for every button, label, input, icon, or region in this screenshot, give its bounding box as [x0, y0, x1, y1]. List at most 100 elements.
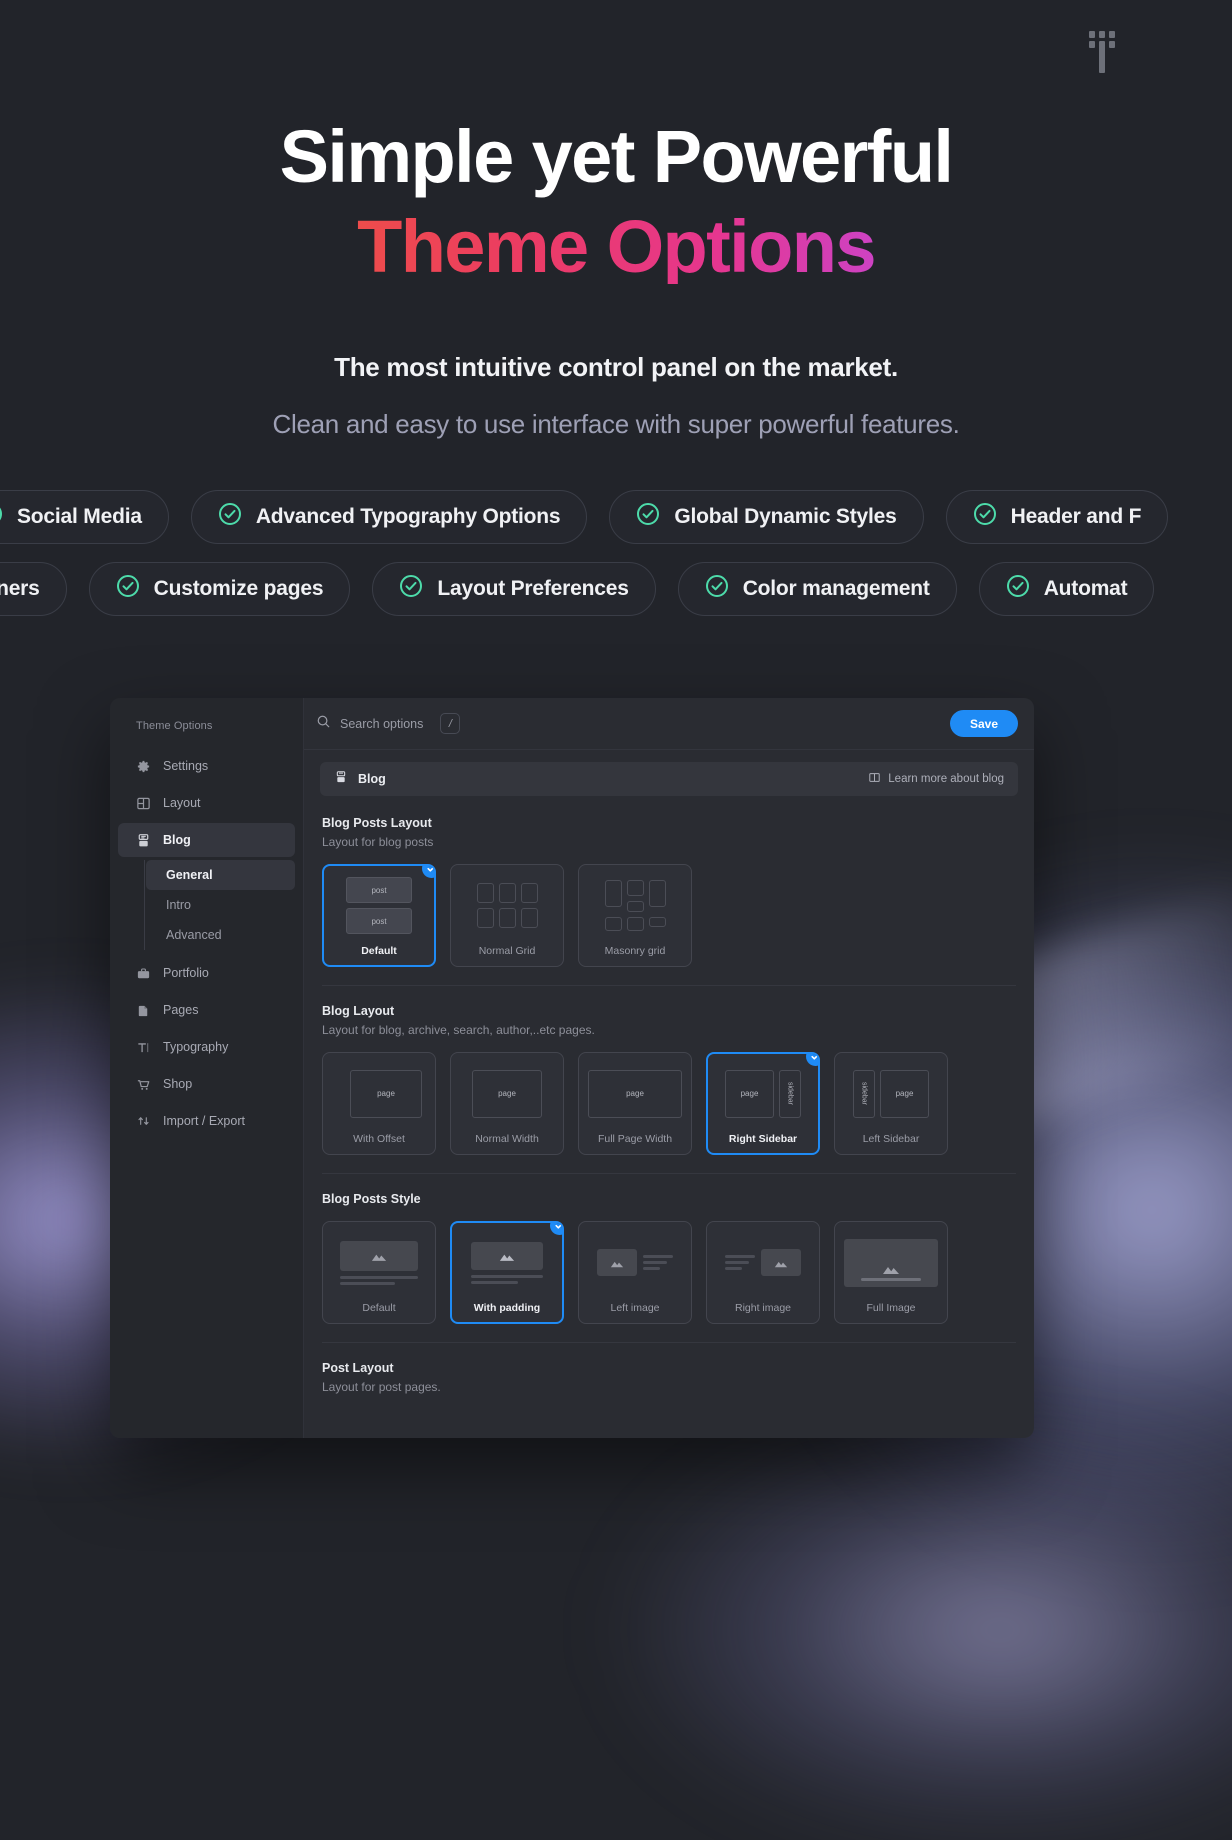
hero-subtitle: The most intuitive control panel on the … — [334, 352, 898, 382]
feature-pill[interactable]: Layout Preferences — [372, 562, 656, 616]
gear-icon — [136, 759, 151, 774]
feature-pill[interactable]: Automat — [978, 562, 1155, 616]
feature-pill-label: Color management — [742, 577, 930, 600]
import-export-icon — [136, 1114, 151, 1129]
cart-icon — [136, 1077, 151, 1092]
sidebar-item-blog[interactable]: Blog — [118, 823, 295, 857]
tile-label: With Offset — [353, 1133, 405, 1145]
save-button[interactable]: Save — [949, 710, 1018, 737]
sidebar-item-typography[interactable]: Typography — [118, 1030, 295, 1064]
theme-options-panel: Theme Options Settings Layout Blog Gener… — [110, 698, 1034, 1438]
feature-pill-label: Layout Preferences — [437, 577, 629, 600]
preview-label: sidebar — [786, 1082, 794, 1105]
feature-pill-label: Global Dynamic Styles — [674, 505, 897, 528]
option-group-blog-posts-layout: Blog Posts Layout Layout for blog posts … — [320, 816, 1018, 967]
sidebar-subitem-label: General — [166, 868, 213, 882]
check-circle-icon — [636, 502, 660, 532]
learn-more-link[interactable]: Learn more about blog — [868, 771, 1004, 787]
preview-label: page — [626, 1089, 644, 1098]
feature-pill[interactable]: Global Dynamic Styles — [609, 490, 924, 544]
option-tile-full-page-width[interactable]: page Full Page Width — [578, 1052, 692, 1155]
option-tile-left-image[interactable]: Left image — [578, 1221, 692, 1324]
check-circle-icon — [116, 574, 140, 604]
tile-label: Right image — [734, 1302, 792, 1314]
sidebar-subitem-label: Intro — [166, 898, 192, 912]
tile-preview — [844, 1231, 938, 1294]
option-group-blog-layout: Blog Layout Layout for blog, archive, se… — [320, 1004, 1018, 1155]
check-circle-icon — [1006, 574, 1030, 604]
tile-label: Full Image — [866, 1302, 916, 1314]
feature-pill[interactable]: Banners — [0, 562, 67, 616]
option-tile-full-image[interactable]: Full Image — [834, 1221, 948, 1324]
tile-label: Masonry grid — [604, 945, 666, 957]
sidebar-item-settings[interactable]: Settings — [118, 749, 295, 783]
sidebar-subitem-intro[interactable]: Intro — [146, 890, 295, 920]
sidebar-item-pages[interactable]: Pages — [118, 993, 295, 1027]
feature-pill-label: Social Media — [17, 505, 142, 528]
sidebar-item-label: Import / Export — [163, 1114, 245, 1128]
hero-description: Clean and easy to use interface with sup… — [272, 409, 960, 439]
sidebar-item-label: Layout — [163, 796, 201, 810]
tile-preview — [716, 1231, 810, 1294]
option-tile-default[interactable]: post post Default — [322, 864, 436, 967]
sidebar-subitem-label: Advanced — [166, 928, 222, 942]
group-title: Post Layout — [322, 1361, 394, 1375]
tile-label: Normal Width — [475, 1133, 539, 1145]
preview-label: page — [498, 1089, 516, 1098]
sidebar-item-label: Portfolio — [163, 966, 209, 980]
check-circle-icon — [0, 502, 3, 532]
option-tile-list: page With Offset page Normal Width page … — [322, 1052, 1016, 1155]
option-tile-style-default[interactable]: Default — [322, 1221, 436, 1324]
feature-pill-row-2: Banners Customize pages Layout Preferenc… — [0, 562, 1232, 616]
page-title-accent: Theme Options — [0, 210, 1232, 284]
tile-preview: page sidebar — [716, 1062, 810, 1125]
feature-pill-label: Banners — [0, 577, 40, 600]
sidebar-item-shop[interactable]: Shop — [118, 1067, 295, 1101]
option-tile-list: post post Default Normal Grid Masonry gr… — [322, 864, 1016, 967]
sidebar-item-label: Pages — [163, 1003, 199, 1017]
feature-pill-label: Header and F — [1010, 505, 1142, 528]
preview-label: post — [371, 916, 387, 926]
sidebar-subitem-general[interactable]: General — [146, 860, 295, 890]
feature-pill[interactable]: Advanced Typography Options — [190, 490, 588, 544]
sidebar-item-portfolio[interactable]: Portfolio — [118, 956, 295, 990]
option-tile-right-image[interactable]: Right image — [706, 1221, 820, 1324]
check-circle-icon — [399, 574, 423, 604]
option-tile-right-sidebar[interactable]: page sidebar Right Sidebar — [706, 1052, 820, 1155]
tile-label: Left Sidebar — [862, 1133, 920, 1145]
hero-section: Simple yet Powerful Theme Options The mo… — [0, 0, 1232, 440]
feature-pill[interactable]: Social Media — [0, 490, 169, 544]
option-group-post-layout: Post Layout Layout for post pages. — [320, 1361, 1018, 1394]
sidebar-subitem-advanced[interactable]: Advanced — [146, 920, 295, 950]
preview-label: page — [377, 1089, 395, 1098]
tile-preview: page — [460, 1062, 554, 1125]
option-group-blog-posts-style: Blog Posts Style Default With padding Le… — [320, 1192, 1018, 1324]
sidebar: Theme Options Settings Layout Blog Gener… — [110, 698, 304, 1438]
option-tile-normal-width[interactable]: page Normal Width — [450, 1052, 564, 1155]
sidebar-item-import-export[interactable]: Import / Export — [118, 1104, 295, 1138]
option-tile-with-padding[interactable]: With padding — [450, 1221, 564, 1324]
option-tile-normal-grid[interactable]: Normal Grid — [450, 864, 564, 967]
tile-label: Default — [362, 1302, 396, 1314]
background-glow-bottom — [620, 1420, 1232, 1840]
feature-pill[interactable]: Customize pages — [88, 562, 351, 616]
check-circle-icon — [218, 502, 242, 532]
group-description: Layout for post pages. — [322, 1380, 441, 1394]
search-input[interactable]: Search options / — [316, 713, 950, 734]
feature-pill[interactable]: Color management — [677, 562, 957, 616]
feature-pill[interactable]: Header and F — [945, 490, 1169, 544]
preview-label: sidebar — [860, 1082, 868, 1105]
section-header: Blog Learn more about blog — [320, 762, 1018, 796]
option-tile-left-sidebar[interactable]: sidebar page Left Sidebar — [834, 1052, 948, 1155]
search-shortcut-badge: / — [440, 713, 461, 734]
tile-label: Full Page Width — [597, 1133, 673, 1145]
option-tile-with-offset[interactable]: page With Offset — [322, 1052, 436, 1155]
sidebar-item-label: Typography — [163, 1040, 229, 1054]
option-tile-masonry-grid[interactable]: Masonry grid — [578, 864, 692, 967]
preview-label: post — [371, 885, 387, 895]
tile-label: With padding — [473, 1302, 541, 1314]
divider — [322, 985, 1016, 986]
group-title: Blog Layout — [322, 1004, 395, 1018]
section-title: Blog — [358, 772, 386, 786]
sidebar-item-layout[interactable]: Layout — [118, 786, 295, 820]
